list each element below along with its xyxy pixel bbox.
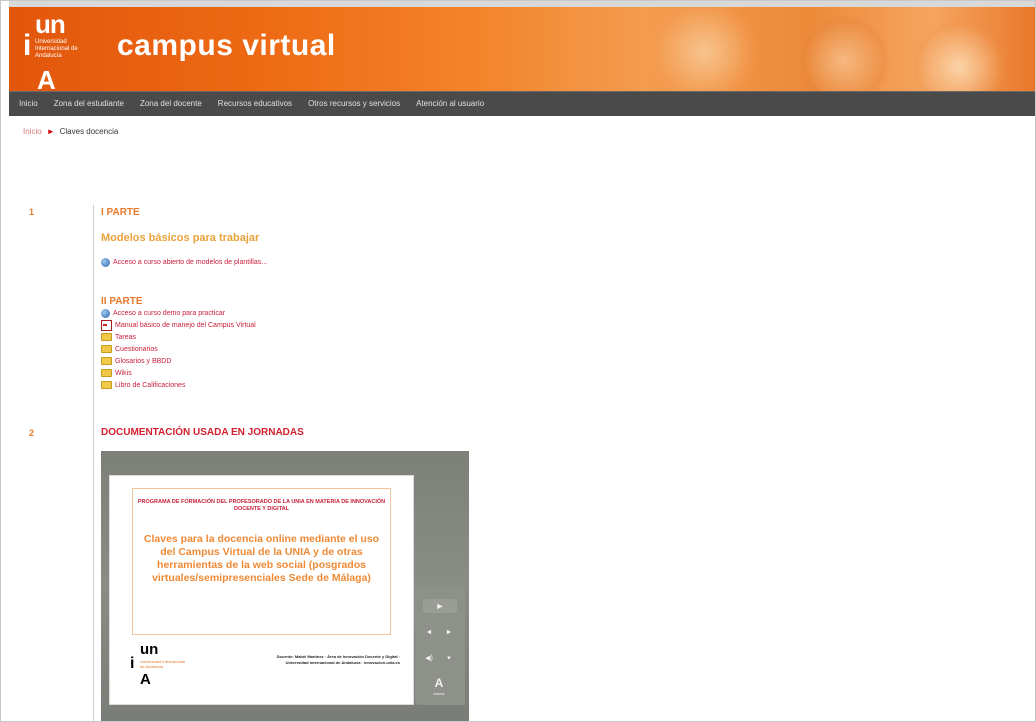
next-slide-button[interactable]: ►: [441, 627, 457, 639]
browser-page: un i Universidad Internacional de Andalu…: [0, 0, 1036, 722]
slide-unia-logo: un i Universidad Internacional de Andalu…: [130, 641, 190, 695]
resource-link[interactable]: Cuestionarios: [101, 343, 256, 355]
section-2: DOCUMENTACIÓN USADA EN JORNADAS: [101, 427, 304, 438]
folder-icon: [101, 357, 112, 365]
slide-main-title: Claves para la docencia online mediante …: [143, 533, 380, 584]
resource-link-label: Libro de Calificaciones: [115, 381, 186, 389]
nav-item-zona-docente[interactable]: Zona del docente: [140, 92, 202, 116]
nav-item-otros-recursos[interactable]: Otros recursos y servicios: [308, 92, 400, 116]
logo-un: un: [35, 9, 66, 39]
section-1-part-2: II PARTE Acceso a curso demo para practi…: [101, 296, 256, 391]
volume-icon[interactable]: ◀): [421, 653, 437, 665]
logo-a: A: [37, 65, 56, 91]
logo-university-name: Universidad Internacional de Andalucía: [35, 39, 78, 59]
breadcrumb-arrow-icon: ►: [46, 127, 55, 136]
slide-logo-a: A: [140, 671, 151, 688]
nav-item-atencion-usuario[interactable]: Atención al usuario: [416, 92, 484, 116]
play-button[interactable]: ►: [423, 599, 457, 613]
breadcrumb-current: Claves docencia: [59, 127, 119, 136]
resource-link-label: Acceso a curso abierto de modelos de pla…: [113, 258, 268, 266]
resource-link-label: Glosarios y BBDD: [115, 357, 172, 365]
section-title: DOCUMENTACIÓN USADA EN JORNADAS: [101, 427, 304, 438]
resource-link[interactable]: Wikis: [101, 367, 256, 379]
section-subtitle: Modelos básicos para trabajar: [101, 232, 260, 244]
header-photo: [799, 11, 889, 91]
previous-slide-button[interactable]: ◄: [421, 627, 437, 639]
resource-link[interactable]: Acceso a curso demo para practicar: [101, 307, 256, 319]
globe-icon: [101, 257, 110, 267]
resource-link[interactable]: Tareas: [101, 331, 256, 343]
presentation-slide: PROGRAMA DE FORMACIÓN DEL PROFESORADO DE…: [109, 475, 414, 705]
resource-link[interactable]: Manual básico de manejo del Campus Virtu…: [101, 319, 256, 331]
resource-link-label: Acceso a curso demo para practicar: [113, 309, 226, 317]
adobe-label: Adobe: [433, 691, 445, 696]
adobe-mark: A: [434, 676, 444, 690]
resource-link-label: Cuestionarios: [115, 345, 158, 353]
resource-link-label: Manual básico de manejo del Campus Virtu…: [115, 321, 256, 329]
resource-link-label: Wikis: [115, 369, 132, 377]
presentation-player[interactable]: PROGRAMA DE FORMACIÓN DEL PROFESORADO DE…: [101, 451, 469, 721]
nav-item-recursos-educativos[interactable]: Recursos educativos: [218, 92, 292, 116]
globe-icon: [101, 308, 110, 318]
slide-logo-un: un: [140, 641, 159, 658]
slide-title-box: PROGRAMA DE FORMACIÓN DEL PROFESORADO DE…: [132, 488, 391, 635]
slide-credits: Docente: Mabel Martínez · Área de Innova…: [276, 654, 400, 665]
main-nav: Inicio Zona del estudiante Zona del doce…: [9, 91, 1035, 116]
breadcrumb-home-link[interactable]: Inicio: [23, 127, 42, 136]
part-title: II PARTE: [101, 296, 143, 307]
slide-program-text: PROGRAMA DE FORMACIÓN DEL PROFESORADO DE…: [137, 499, 386, 512]
site-header: un i Universidad Internacional de Andalu…: [9, 7, 1035, 91]
adobe-logo-icon[interactable]: A Adobe: [429, 675, 449, 699]
player-controls: ► ◄ ► ◀) ▾ A Adobe: [415, 587, 465, 705]
nav-item-inicio[interactable]: Inicio: [19, 92, 38, 116]
header-photo: [649, 7, 759, 91]
folder-icon: [101, 369, 112, 377]
folder-icon: [101, 381, 112, 389]
header-photo: [909, 17, 1009, 91]
section-divider: [93, 205, 94, 721]
section-number: 2: [29, 428, 35, 438]
breadcrumb: Inicio ► Claves docencia: [23, 127, 118, 136]
nav-item-zona-estudiante[interactable]: Zona del estudiante: [54, 92, 124, 116]
folder-icon: [101, 345, 112, 353]
section-1: I PARTE Modelos básicos para trabajar Ac…: [101, 207, 267, 268]
resource-link-label: Tareas: [115, 333, 137, 341]
pdf-icon: [101, 319, 112, 331]
options-icon[interactable]: ▾: [441, 653, 457, 665]
unia-logo[interactable]: un i Universidad Internacional de Andalu…: [23, 9, 101, 91]
slide-logo-university-name: Universidad Internacional de Andalucía: [140, 659, 186, 669]
logo-i: i: [23, 29, 32, 62]
folder-icon: [101, 333, 112, 341]
resource-link[interactable]: Libro de Calificaciones: [101, 379, 256, 391]
part-title: I PARTE: [101, 207, 140, 218]
section-number: 1: [29, 207, 35, 217]
site-title[interactable]: campus virtual: [117, 29, 336, 63]
resource-link[interactable]: Acceso a curso abierto de modelos de pla…: [101, 256, 267, 268]
resource-link[interactable]: Glosarios y BBDD: [101, 355, 256, 367]
slide-logo-i: i: [130, 655, 135, 672]
